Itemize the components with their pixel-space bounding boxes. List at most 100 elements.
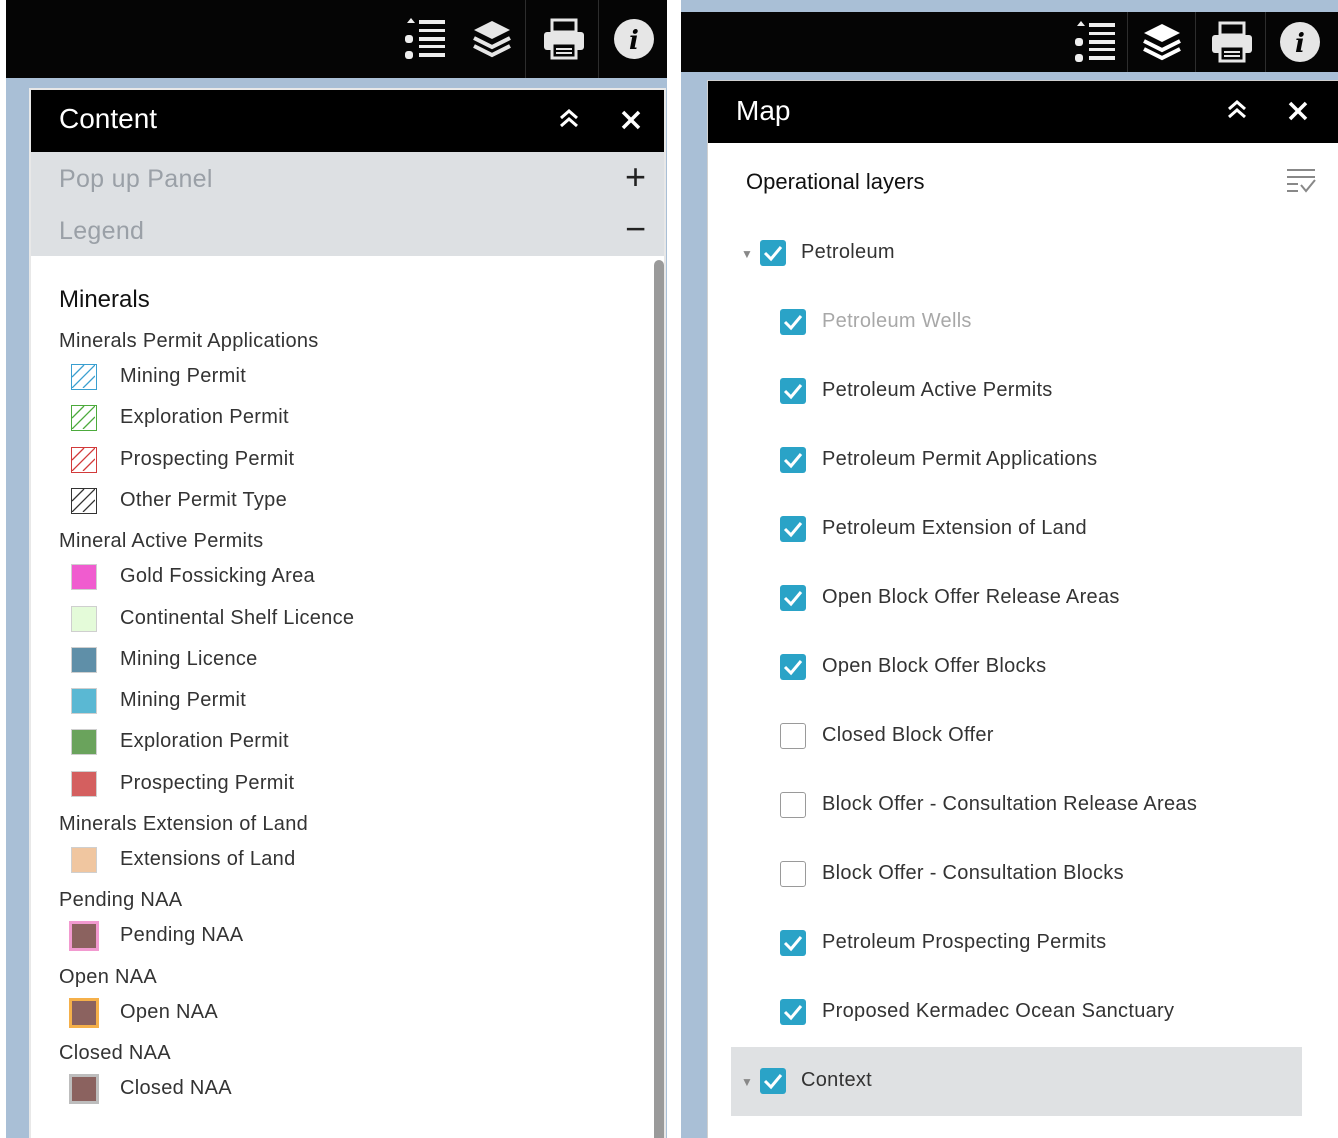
info-icon[interactable]: i	[600, 0, 667, 78]
layer-checkbox[interactable]	[780, 309, 806, 335]
layer-label: Petroleum Prospecting Permits	[822, 931, 1107, 953]
legend-item-label: Prospecting Permit	[120, 447, 295, 470]
section-title: Operational layers	[746, 169, 925, 194]
content-panel: Content Pop up Panel + Legend − Minerals…	[29, 88, 666, 1138]
legend-swatch	[71, 487, 97, 514]
layer-row[interactable]: Proposed Kermadec Ocean Sanctuary	[708, 978, 1338, 1047]
caret-down-icon[interactable]: ▼	[741, 1075, 753, 1089]
legend-swatch	[71, 847, 97, 873]
layer-row[interactable]: Closed Block Offer	[708, 702, 1338, 771]
info-icon[interactable]: i	[1266, 12, 1333, 72]
accordion-label: Pop up Panel	[59, 165, 213, 193]
group-label: Petroleum	[801, 241, 895, 263]
legend-swatch	[71, 564, 97, 591]
print-icon[interactable]	[1198, 12, 1265, 72]
legend-item-label: Mining Permit	[120, 689, 247, 712]
legend-item-label: Closed NAA	[120, 1076, 232, 1099]
layer-checkbox[interactable]	[780, 930, 806, 956]
legend-swatch	[71, 446, 97, 473]
toolbar: i	[6, 0, 667, 78]
layer-label: Proposed Kermadec Ocean Sanctuary	[822, 1000, 1175, 1022]
layer-label: Block Offer - Consultation Release Areas	[822, 793, 1198, 815]
legend-item-label: Open NAA	[120, 1000, 219, 1023]
legend-group-label: Mineral Active Permits	[59, 530, 264, 553]
print-icon[interactable]	[530, 0, 597, 78]
legend-swatch	[71, 688, 97, 715]
toolbar: i	[681, 12, 1338, 72]
collapse-section-icon[interactable]: −	[625, 208, 646, 250]
legend-item-label: Exploration Permit	[120, 406, 289, 429]
legend-item-label: Continental Shelf Licence	[120, 606, 355, 629]
legend-group-label: Minerals Permit Applications	[59, 330, 319, 352]
layer-checkbox[interactable]	[780, 792, 806, 818]
layer-label: Petroleum Extension of Land	[822, 517, 1087, 539]
layer-checkbox[interactable]	[780, 723, 806, 749]
layers-icon[interactable]	[458, 0, 525, 78]
layer-row[interactable]: Open Block Offer Release Areas	[708, 564, 1338, 633]
layer-checkbox[interactable]	[780, 378, 806, 404]
accordion-label: Legend	[59, 217, 145, 245]
layer-label: Block Offer - Consultation Blocks	[822, 862, 1124, 884]
layer-group-context[interactable]: ▼ Context	[731, 1047, 1302, 1116]
legend-item-label: Mining Licence	[120, 647, 258, 670]
filter-list-icon[interactable]	[1284, 163, 1318, 197]
left-screen: i Content Pop up Panel + Legend − Minera…	[6, 0, 667, 1138]
group-checkbox[interactable]	[760, 240, 786, 266]
layer-row[interactable]: Petroleum Prospecting Permits	[708, 909, 1338, 978]
legend-swatch	[71, 405, 97, 432]
legend-swatch	[71, 770, 97, 797]
collapse-icon[interactable]	[1225, 97, 1249, 128]
legend-group-label: Minerals Extension of Land	[59, 813, 309, 835]
layer-label: Petroleum Wells	[822, 310, 972, 332]
layer-checkbox[interactable]	[780, 585, 806, 611]
legend-group-label: Open NAA	[59, 965, 158, 988]
layer-row[interactable]: Petroleum Extension of Land	[708, 495, 1338, 564]
layer-checkbox[interactable]	[780, 516, 806, 542]
expand-icon[interactable]: +	[625, 156, 646, 198]
legend-list-icon[interactable]	[1061, 12, 1128, 72]
layer-checkbox[interactable]	[780, 447, 806, 473]
layer-row[interactable]: Block Offer - Consultation Blocks	[708, 840, 1338, 909]
layer-label: Open Block Offer Blocks	[822, 655, 1047, 677]
collapse-icon[interactable]	[557, 106, 581, 137]
scrollbar[interactable]	[654, 260, 664, 1138]
legend-item-label: Mining Permit	[120, 365, 247, 387]
legend-item-label: Extensions of Land	[120, 848, 296, 870]
caret-down-icon[interactable]: ▼	[741, 247, 753, 261]
legend-group-label: Pending NAA	[59, 889, 183, 912]
close-icon[interactable]	[1286, 93, 1310, 130]
layer-row[interactable]: Petroleum Permit Applications	[708, 426, 1338, 495]
legend-item-label: Other Permit Type	[120, 488, 288, 511]
legend-item-label: Prospecting Permit	[120, 771, 295, 794]
legend-item-label: Gold Fossicking Area	[120, 565, 315, 588]
layer-row[interactable]: Petroleum Active Permits	[708, 357, 1338, 426]
legend-title: Minerals	[59, 286, 150, 313]
svg-text:i: i	[1295, 29, 1305, 59]
layer-group-petroleum[interactable]: ▼ Petroleum	[708, 219, 1338, 288]
layer-checkbox[interactable]	[780, 654, 806, 680]
legend-swatch	[71, 729, 97, 756]
layer-row[interactable]: Block Offer - Consultation Release Areas	[708, 771, 1338, 840]
close-icon[interactable]	[619, 102, 643, 139]
layer-checkbox[interactable]	[780, 999, 806, 1025]
legend-item-label: Exploration Permit	[120, 730, 289, 753]
layer-row[interactable]: Petroleum Wells	[708, 288, 1338, 357]
accordion-popup-panel[interactable]: Pop up Panel +	[31, 152, 664, 204]
svg-text:i: i	[629, 26, 639, 56]
legend-list-icon[interactable]	[391, 0, 458, 78]
group-label: Context	[801, 1069, 873, 1091]
layer-label: Closed Block Offer	[822, 724, 994, 746]
layer-label: Petroleum Active Permits	[822, 379, 1053, 401]
layers-icon[interactable]	[1128, 12, 1195, 72]
legend-swatch	[71, 364, 97, 390]
legend-item-label: Pending NAA	[120, 924, 244, 947]
panel-title: Content	[59, 103, 158, 134]
layer-label: Open Block Offer Release Areas	[822, 586, 1120, 608]
accordion-legend[interactable]: Legend −	[31, 204, 664, 256]
group-checkbox[interactable]	[760, 1068, 786, 1094]
legend-group-label: Closed NAA	[59, 1041, 171, 1064]
layer-label: Petroleum Permit Applications	[822, 448, 1098, 470]
layer-row[interactable]: Open Block Offer Blocks	[708, 633, 1338, 702]
legend-swatch	[69, 1073, 99, 1104]
layer-checkbox[interactable]	[780, 861, 806, 887]
